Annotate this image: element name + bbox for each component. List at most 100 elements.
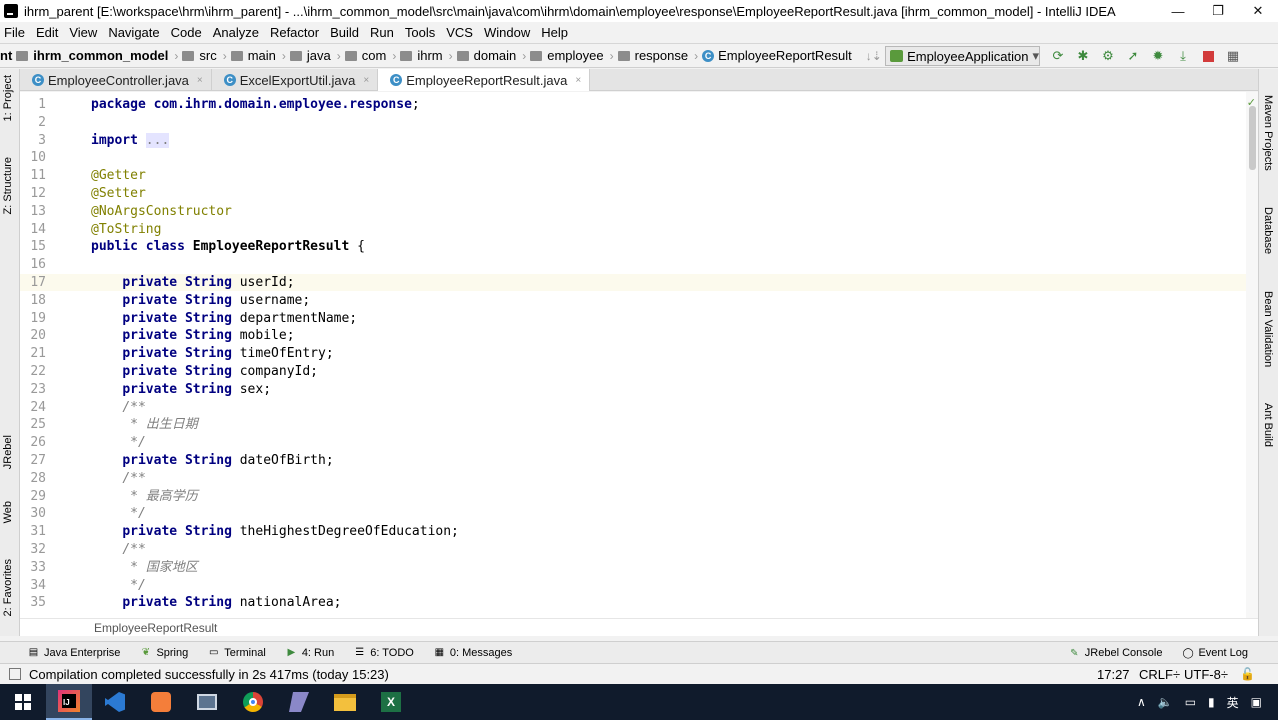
code-line[interactable]: 22 private String companyId; (20, 363, 1246, 380)
code-line[interactable]: 11 @Getter (20, 167, 1246, 184)
code-line[interactable]: 26 */ (20, 434, 1246, 451)
coverage-icon[interactable]: ⚙ (1100, 48, 1116, 64)
nav-crumb-employee[interactable]: employee › (526, 48, 614, 63)
nav-crumb-module[interactable]: ihrm_common_model › (12, 48, 178, 63)
tool-window-todo[interactable]: ☰ 6: TODO (354, 647, 414, 659)
close-button[interactable]: ✕ (1238, 0, 1278, 22)
code-line[interactable]: 15 public class EmployeeReportResult { (20, 238, 1246, 255)
folded-imports[interactable]: ... (145, 132, 170, 148)
code-line[interactable]: 10 (20, 149, 1246, 166)
project-structure-icon[interactable]: ▦ (1225, 48, 1241, 64)
vertical-scrollbar[interactable]: ✓ (1246, 92, 1258, 618)
editor-tab[interactable]: C EmployeeReportResult.java × (378, 69, 591, 91)
nav-crumb-java[interactable]: java › (286, 48, 341, 63)
code-editor[interactable]: ✓ 1 package com.ihrm.domain.employee.resp… (20, 92, 1258, 618)
chevron-up-icon[interactable]: ∧ (1137, 695, 1146, 709)
tab-structure[interactable]: Z: Structure (2, 157, 14, 214)
close-tab-icon[interactable]: × (575, 75, 581, 86)
code-line[interactable]: 21 private String timeOfEntry; (20, 345, 1246, 362)
tab-favorites[interactable]: 2: Favorites (2, 559, 14, 616)
code-line[interactable]: 2 (20, 114, 1246, 131)
tab-maven-projects[interactable]: Maven Projects (1262, 95, 1274, 171)
close-tab-icon[interactable]: × (363, 75, 369, 86)
menu-refactor[interactable]: Refactor (270, 25, 319, 40)
ime-indicator[interactable]: 英 (1227, 694, 1239, 711)
code-line[interactable]: 29 * 最高学历 (20, 488, 1246, 505)
menu-code[interactable]: Code (171, 25, 202, 40)
tool-window-terminal[interactable]: ▭ Terminal (208, 647, 266, 659)
excel-taskbar-icon[interactable]: X (368, 684, 414, 720)
nav-crumb-src[interactable]: src › (178, 48, 227, 63)
intellij-taskbar-icon[interactable]: IJ (46, 684, 92, 720)
network-icon[interactable]: ▭ (1185, 695, 1196, 709)
file-explorer-taskbar-icon[interactable] (322, 684, 368, 720)
code-line[interactable]: 18 private String username; (20, 292, 1246, 309)
nav-crumb-main[interactable]: main › (227, 48, 286, 63)
code-line[interactable]: 25 * 出生日期 (20, 416, 1246, 433)
nav-crumb-first[interactable]: nt (0, 48, 12, 63)
tab-jrebel[interactable]: JRebel (2, 435, 14, 469)
tab-bean-validation[interactable]: Bean Validation (1262, 291, 1274, 367)
code-line[interactable]: 19 private String departmentName; (20, 310, 1246, 327)
tab-web[interactable]: Web (2, 501, 14, 523)
tool-window-java-enterprise[interactable]: ▤ Java Enterprise (28, 647, 121, 659)
file-encoding[interactable]: UTF-8÷ (1184, 667, 1228, 682)
menu-navigate[interactable]: Navigate (108, 25, 159, 40)
close-tab-icon[interactable]: × (197, 75, 203, 86)
tab-database[interactable]: Database (1262, 207, 1274, 254)
code-line[interactable]: 28 /** (20, 470, 1246, 487)
menu-window[interactable]: Window (484, 25, 530, 40)
editor-tab[interactable]: C ExcelExportUtil.java × (212, 69, 379, 91)
stop-icon[interactable] (1200, 48, 1216, 64)
nav-crumb-ihrm[interactable]: ihrm › (396, 48, 453, 63)
code-line[interactable]: 1 package com.ihrm.domain.employee.respon… (20, 96, 1246, 113)
code-line[interactable]: 3 import ... (20, 132, 1246, 149)
vscode-taskbar-icon[interactable] (92, 684, 138, 720)
code-line[interactable]: 13 @NoArgsConstructor (20, 203, 1246, 220)
menu-vcs[interactable]: VCS (446, 25, 473, 40)
nav-crumb-domain[interactable]: domain › (453, 48, 526, 63)
code-line[interactable]: 33 * 国家地区 (20, 559, 1246, 576)
tab-ant-build[interactable]: Ant Build (1262, 403, 1274, 447)
code-line[interactable]: 35 private String nationalArea; (20, 594, 1246, 611)
code-line[interactable]: 27 private String dateOfBirth; (20, 452, 1246, 469)
chrome-taskbar-icon[interactable] (230, 684, 276, 720)
menu-file[interactable]: File (4, 25, 25, 40)
code-line[interactable]: 14 @ToString (20, 221, 1246, 238)
menu-run[interactable]: Run (370, 25, 394, 40)
jrebel-run-icon[interactable]: ➚ (1125, 48, 1141, 64)
notification-icon[interactable]: ▣ (1251, 695, 1262, 709)
menu-analyze[interactable]: Analyze (213, 25, 259, 40)
code-line[interactable]: 17 private String userId; (20, 274, 1246, 291)
tool-window-event-log[interactable]: ◯ Event Log (1182, 647, 1248, 659)
menu-help[interactable]: Help (541, 25, 568, 40)
run-configuration-select[interactable]: EmployeeApplication ▾ (885, 46, 1040, 66)
nav-crumb-response[interactable]: response › (614, 48, 698, 63)
deploy-icon[interactable]: ⤓ (1175, 48, 1191, 64)
code-line[interactable]: 32 /** (20, 541, 1246, 558)
caret-position[interactable]: 17:27 (1097, 667, 1130, 682)
scrollbar-thumb[interactable] (1249, 106, 1256, 170)
windows-start-icon[interactable] (0, 684, 46, 720)
code-line[interactable]: 20 private String mobile; (20, 327, 1246, 344)
lock-icon[interactable]: 🔓 (1240, 667, 1255, 681)
code-line[interactable]: 24 /** (20, 399, 1246, 416)
code-line[interactable]: 30 */ (20, 505, 1246, 522)
code-line[interactable]: 31 private String theHighestDegreeOfEduc… (20, 523, 1246, 540)
menu-build[interactable]: Build (330, 25, 359, 40)
navicat-taskbar-icon[interactable] (276, 684, 322, 720)
menu-edit[interactable]: Edit (36, 25, 58, 40)
tool-window-run[interactable]: ▶ 4: Run (286, 647, 334, 659)
code-line[interactable]: 34 */ (20, 577, 1246, 594)
editor-tab[interactable]: C EmployeeController.java × (20, 69, 212, 91)
editor-breadcrumb-class[interactable]: EmployeeReportResult (94, 621, 217, 635)
jrebel-debug-icon[interactable]: ✹ (1150, 48, 1166, 64)
restore-button[interactable]: ❐ (1198, 0, 1238, 22)
debug-icon[interactable]: ✱ (1075, 48, 1091, 64)
code-line[interactable]: 16 (20, 256, 1246, 273)
battery-icon[interactable]: ▮ (1208, 695, 1215, 709)
minimize-button[interactable]: — (1158, 0, 1198, 22)
tab-project[interactable]: 1: Project (2, 75, 14, 121)
tool-window-spring[interactable]: ❦ Spring (140, 647, 189, 659)
nav-crumb-com[interactable]: com › (341, 48, 396, 63)
